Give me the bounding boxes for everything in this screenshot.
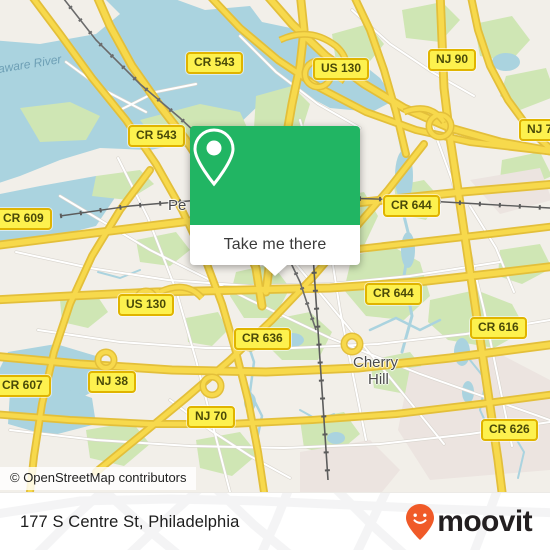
callout-action-label: Take me there [223,236,327,253]
map-pin-icon [193,128,235,187]
highway-shield-cr-644-south: CR 644 [365,283,422,305]
map-screenshot: aware River Pe Cherry Hill CR 543 US 130… [0,0,550,550]
footer-bar: 177 S Centre St, Philadelphia moovit [0,492,550,550]
highway-shield-nj-70: NJ 70 [187,406,236,428]
highway-shield-nj-38: NJ 38 [88,371,137,393]
highway-shield-cr-607: CR 607 [0,375,51,397]
callout-action-panel[interactable]: Take me there [190,225,360,276]
highway-shield-cr-626: CR 626 [481,419,538,441]
highway-shield-cr-543-west: CR 543 [128,125,185,147]
highway-shield-cr-543-north: CR 543 [186,52,243,74]
highway-shield-cr-616: CR 616 [470,317,527,339]
map-canvas[interactable]: aware River Pe Cherry Hill CR 543 US 130… [0,0,550,492]
location-address-label: 177 S Centre St, Philadelphia [20,512,240,531]
highway-shield-us-130-north: US 130 [313,58,370,80]
destination-callout-card[interactable]: Take me there [190,126,360,276]
highway-shield-cr-644-north: CR 644 [383,195,440,217]
callout-icon-panel [190,126,360,225]
osm-attribution[interactable]: © OpenStreetMap contributors [0,467,196,490]
moovit-brand[interactable]: moovit [405,503,533,541]
moovit-smiley-pin-icon [406,504,435,540]
highway-shield-cr-636: CR 636 [234,328,291,350]
callout-pointer-tail [263,265,287,276]
highway-shield-nj-90: NJ 90 [428,49,477,71]
moovit-wordmark: moovit [437,505,532,538]
highway-shield-nj-73: NJ 73 [519,119,550,141]
highway-shield-us-130-south: US 130 [118,294,175,316]
highway-shield-cr-609: CR 609 [0,208,52,230]
